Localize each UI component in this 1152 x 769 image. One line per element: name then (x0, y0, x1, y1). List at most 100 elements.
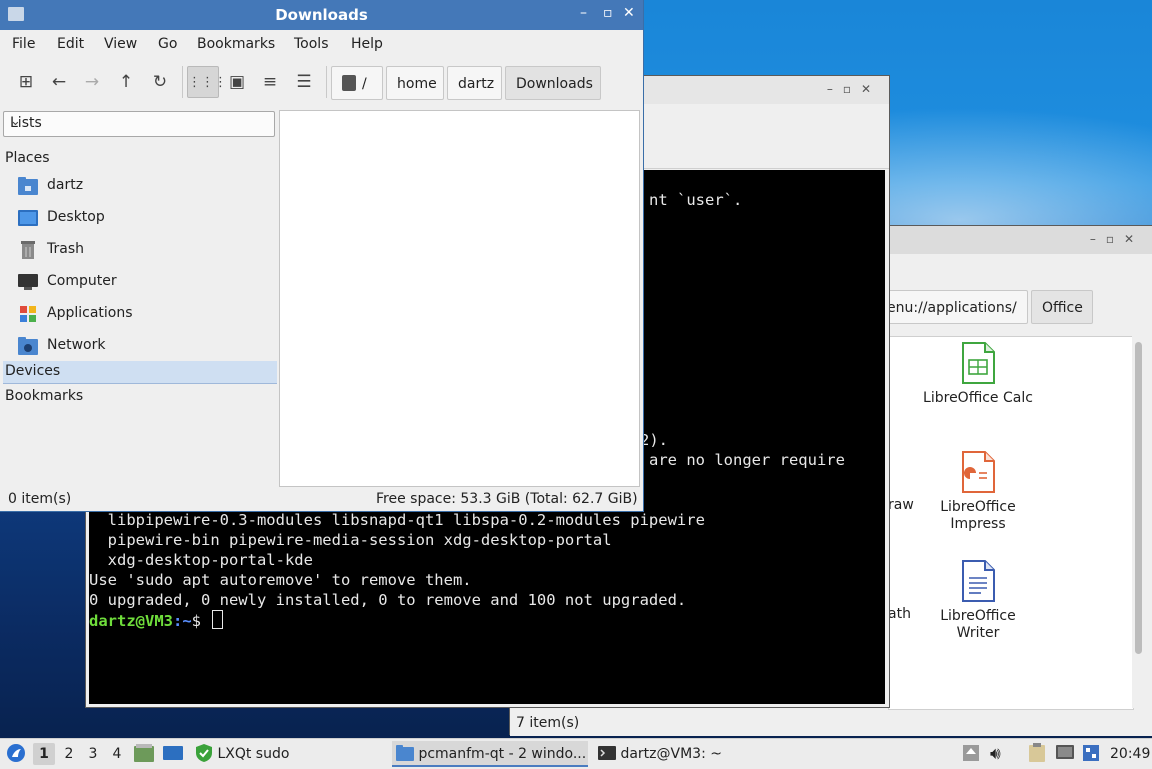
sidebar-item-label: Desktop (47, 209, 105, 225)
lxqt-sudo-task[interactable]: LXQt sudo (195, 739, 289, 769)
workspace-4[interactable]: 4 (106, 743, 128, 765)
status-bar: 0 item(s) Free space: 53.3 GiB (Total: 6… (0, 488, 643, 510)
apps-path-current[interactable]: Office (1031, 290, 1093, 324)
devices-header[interactable]: Devices (3, 361, 277, 384)
network-icon (18, 337, 38, 355)
app-libreoffice-writer[interactable]: LibreOffice Writer (918, 560, 1038, 642)
folder-content-view[interactable] (279, 110, 640, 487)
bookmarks-header[interactable]: Bookmarks (5, 388, 83, 404)
folder-icon (396, 745, 414, 761)
file-manager-launcher[interactable] (134, 739, 154, 769)
close-button[interactable]: ✕ (623, 5, 635, 21)
downloads-window[interactable]: Downloads – ▫ ✕ File Edit View Go Bookma… (0, 0, 643, 511)
up-arrow-icon[interactable]: ↑ (110, 66, 142, 98)
applications-icon (20, 306, 36, 322)
tray-updates-icon[interactable] (962, 739, 980, 769)
compact-view-icon[interactable]: ≡ (254, 66, 286, 98)
side-pane-mode-select[interactable]: Lists ⌄ (3, 111, 275, 137)
menu-go[interactable]: Go (158, 36, 177, 52)
breadcrumb-downloads[interactable]: Downloads (505, 66, 601, 100)
back-arrow-icon[interactable]: ← (43, 66, 75, 98)
desktop-icon (163, 746, 183, 760)
window-controls[interactable]: –▫✕ (1090, 232, 1144, 246)
forward-arrow-icon[interactable]: → (76, 66, 108, 98)
tray-network-icon[interactable] (1055, 739, 1075, 769)
menu-bookmarks[interactable]: Bookmarks (197, 36, 275, 52)
prompt-symbol: $ (191, 612, 211, 630)
task-pcmanfm[interactable]: pcmanfm-qt - 2 windo... (392, 741, 588, 767)
clipboard-icon (1029, 743, 1045, 762)
app-libreoffice-impress[interactable]: LibreOffice Impress (918, 451, 1038, 533)
presentation-icon (962, 451, 995, 493)
icon-view-icon[interactable]: ⋮⋮⋮ (187, 66, 227, 98)
tray-clipboard-icon[interactable] (1028, 739, 1046, 769)
task-terminal[interactable]: dartz@VM3: ~ (594, 741, 788, 767)
volume-icon[interactable]: 🔊︎ (990, 739, 1001, 769)
lxqt-logo-icon (7, 744, 25, 762)
clock[interactable]: 20:49 (1110, 739, 1150, 769)
free-space: Free space: 53.3 GiB (Total: 62.7 GiB) (376, 491, 638, 507)
thumbnail-view-icon[interactable]: ▣ (221, 66, 253, 98)
folder-icon (134, 744, 154, 762)
app-libreoffice-calc[interactable]: LibreOffice Calc (918, 342, 1038, 407)
applications-scrollbar[interactable] (1132, 336, 1146, 708)
breadcrumb-root[interactable]: / (331, 66, 383, 100)
app-label-partial-math: ath (888, 606, 911, 622)
terminal-line: libpipewire-0.3-modules libsnapd-qt1 lib… (89, 511, 705, 529)
grid-icon (1083, 745, 1099, 761)
breadcrumb-dartz[interactable]: dartz (447, 66, 502, 100)
spreadsheet-icon (962, 342, 995, 384)
shield-icon (196, 744, 212, 762)
terminal-line: 0 upgraded, 0 newly installed, 0 to remo… (89, 591, 687, 609)
scrollbar-thumb[interactable] (1135, 342, 1142, 654)
prompt-user: dartz@VM3 (89, 612, 173, 630)
places-header[interactable]: Places (5, 150, 50, 166)
drive-icon (342, 75, 356, 91)
menu-help[interactable]: Help (351, 36, 383, 52)
task-label: dartz@VM3: ~ (620, 746, 722, 762)
home-folder-icon (18, 177, 38, 195)
breadcrumb-home[interactable]: home (386, 66, 444, 100)
terminal-line: Use 'sudo apt autoremove' to remove them… (89, 571, 472, 589)
terminal-icon (598, 746, 616, 760)
app-label: LibreOffice Impress (940, 499, 1016, 532)
menu-view[interactable]: View (104, 36, 137, 52)
terminal-line: pipewire-bin pipewire-media-session xdg-… (89, 531, 612, 549)
workspace-3[interactable]: 3 (82, 743, 104, 765)
show-desktop-button[interactable] (163, 739, 183, 769)
new-tab-icon[interactable]: ⊞ (10, 66, 42, 98)
menu-tools[interactable]: Tools (294, 36, 329, 52)
item-count: 0 item(s) (8, 491, 72, 507)
maximize-button[interactable]: ▫ (603, 5, 613, 21)
applications-status-bar: 7 item(s) (510, 712, 1152, 736)
chevron-down-icon: ⌄ (10, 114, 21, 129)
devices-header-label: Devices (5, 363, 61, 379)
workspace-1[interactable]: 1 (33, 743, 55, 765)
apps-path-segment[interactable]: enu://applications/ (878, 290, 1028, 324)
menu-file[interactable]: File (12, 36, 35, 52)
terminal-prompt-line: dartz@VM3:~$ (89, 610, 224, 631)
sidebar-item-label: Computer (47, 273, 117, 289)
app-label-partial-draw: raw (888, 497, 914, 513)
detailed-list-view-icon[interactable]: ☰ (288, 66, 320, 98)
toolbar-separator (326, 66, 327, 98)
terminal-line: xdg-desktop-portal-kde (89, 551, 313, 569)
main-menu-button[interactable] (6, 739, 26, 769)
terminal-line: 2). (640, 431, 668, 449)
breadcrumb-root-label: / (362, 76, 367, 92)
taskbar: 1 2 3 4 LXQt sudo pcmanfm-qt - 2 windo..… (0, 738, 1152, 769)
minimize-button[interactable]: – (580, 5, 587, 21)
task-label: LXQt sudo (217, 746, 290, 762)
task-label: pcmanfm-qt - 2 windo... (418, 746, 587, 762)
text-document-icon (962, 560, 995, 602)
reload-icon[interactable]: ↻ (144, 66, 176, 98)
tray-keyboard-icon[interactable] (1083, 739, 1099, 769)
arrow-up-icon (963, 745, 979, 761)
menu-edit[interactable]: Edit (57, 36, 84, 52)
terminal-cursor (212, 610, 224, 629)
window-title: Downloads (275, 6, 368, 24)
workspace-2[interactable]: 2 (58, 743, 80, 765)
sidebar-item-label: Applications (47, 305, 133, 321)
downloads-titlebar[interactable]: Downloads – ▫ ✕ (0, 0, 643, 30)
window-controls[interactable]: –▫✕ (827, 82, 881, 96)
